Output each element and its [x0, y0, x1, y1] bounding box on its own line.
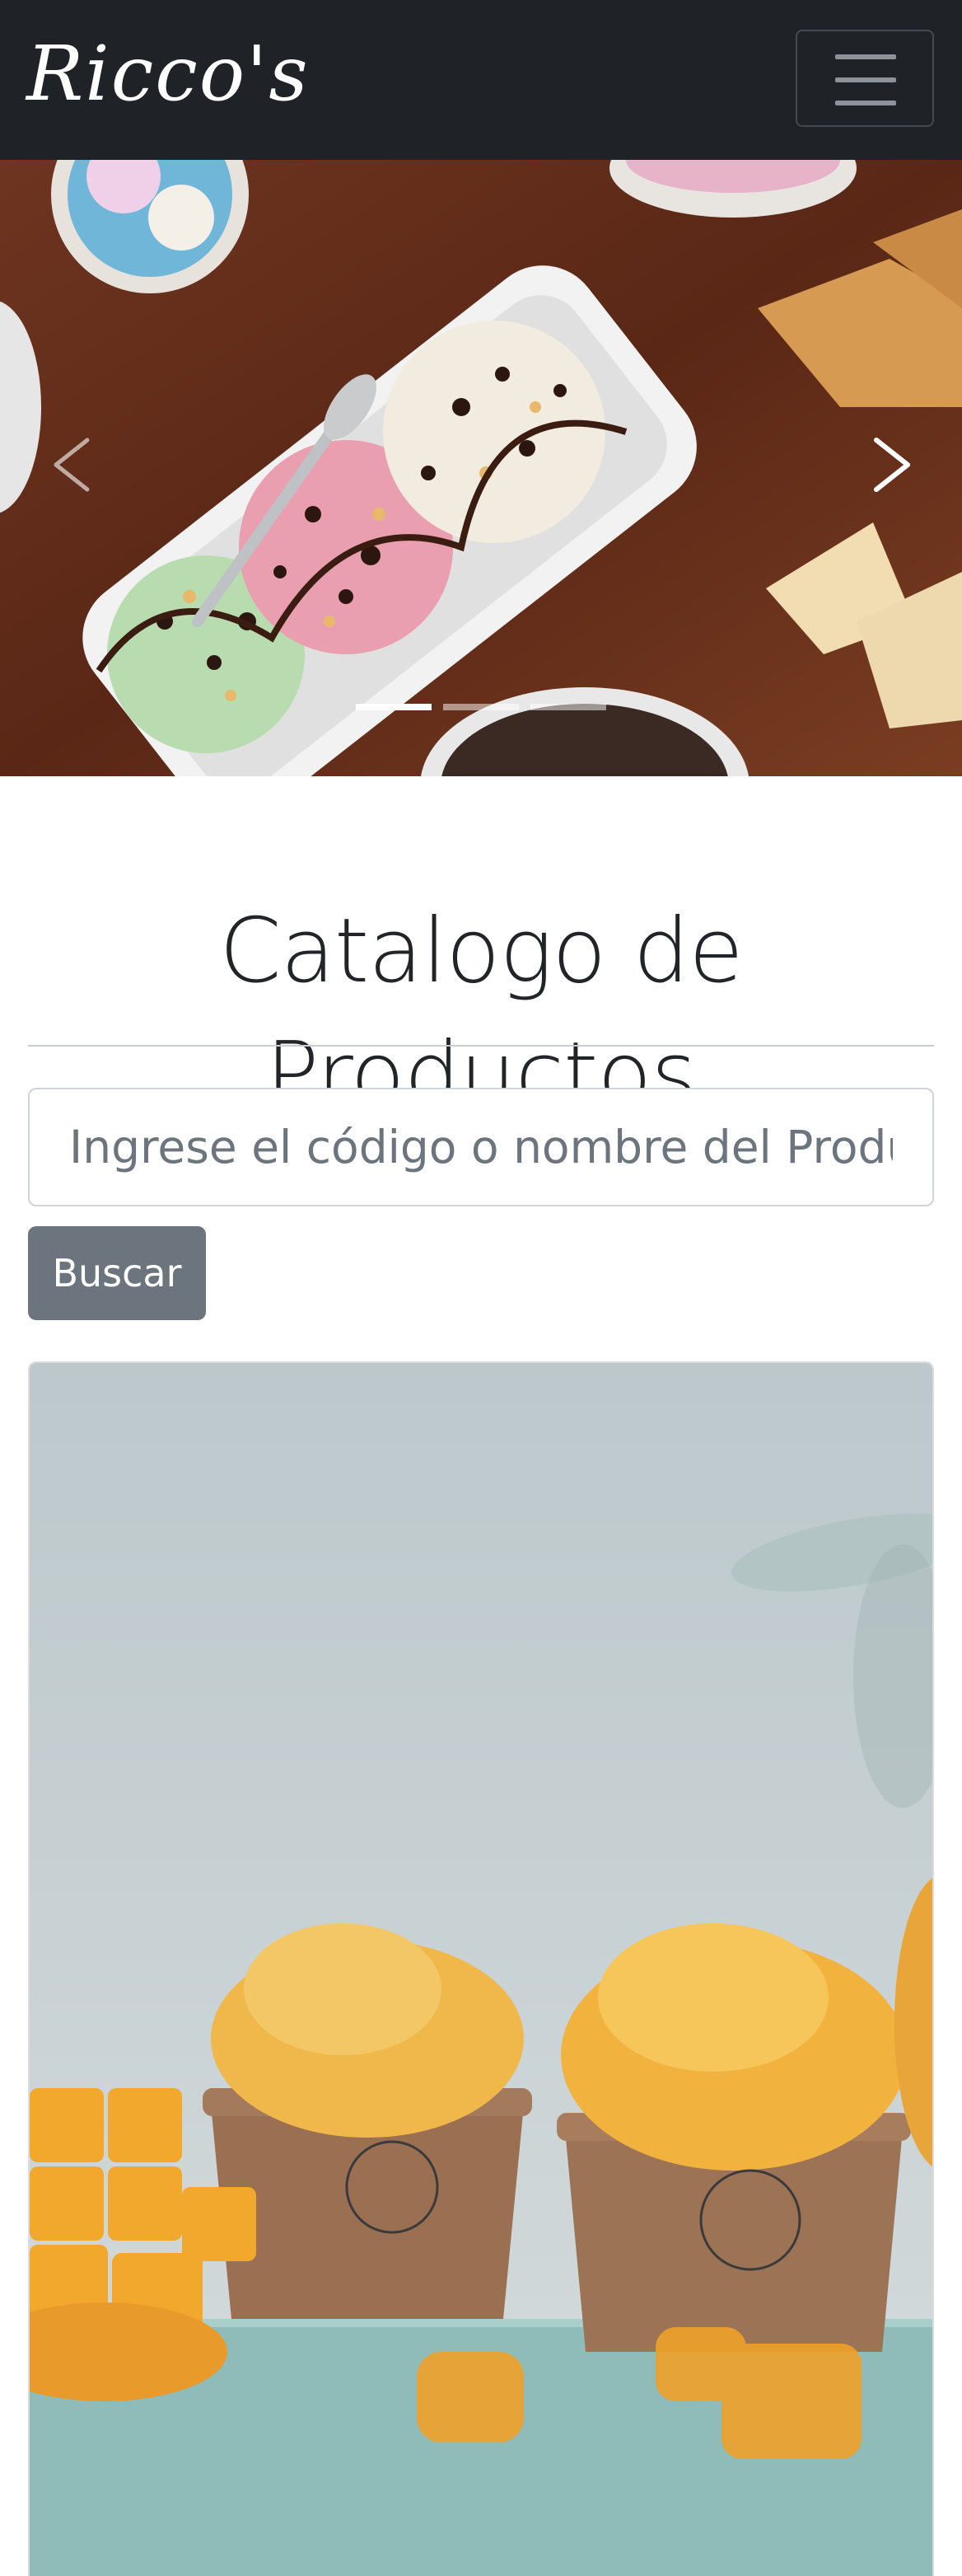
carousel-indicators — [0, 704, 962, 720]
brand-logo[interactable]: Ricco's — [26, 25, 310, 124]
navbar: Ricco's — [0, 0, 962, 160]
chevron-left-icon — [54, 438, 90, 492]
carousel-indicator[interactable] — [443, 704, 519, 710]
carousel-prev-control[interactable] — [16, 374, 132, 555]
carousel-indicator[interactable] — [356, 704, 432, 710]
product-card[interactable] — [28, 1361, 934, 2576]
hero-carousel — [0, 160, 962, 776]
carousel-next-control[interactable] — [832, 374, 947, 555]
carousel-slide-image — [0, 160, 962, 776]
divider — [28, 1045, 934, 1047]
product-image — [30, 1363, 932, 2576]
chevron-right-icon — [874, 438, 910, 492]
search-button[interactable]: Buscar — [28, 1226, 206, 1320]
search-input[interactable] — [28, 1088, 934, 1206]
carousel-indicator[interactable] — [530, 704, 606, 710]
navbar-toggle-button[interactable] — [796, 30, 934, 127]
